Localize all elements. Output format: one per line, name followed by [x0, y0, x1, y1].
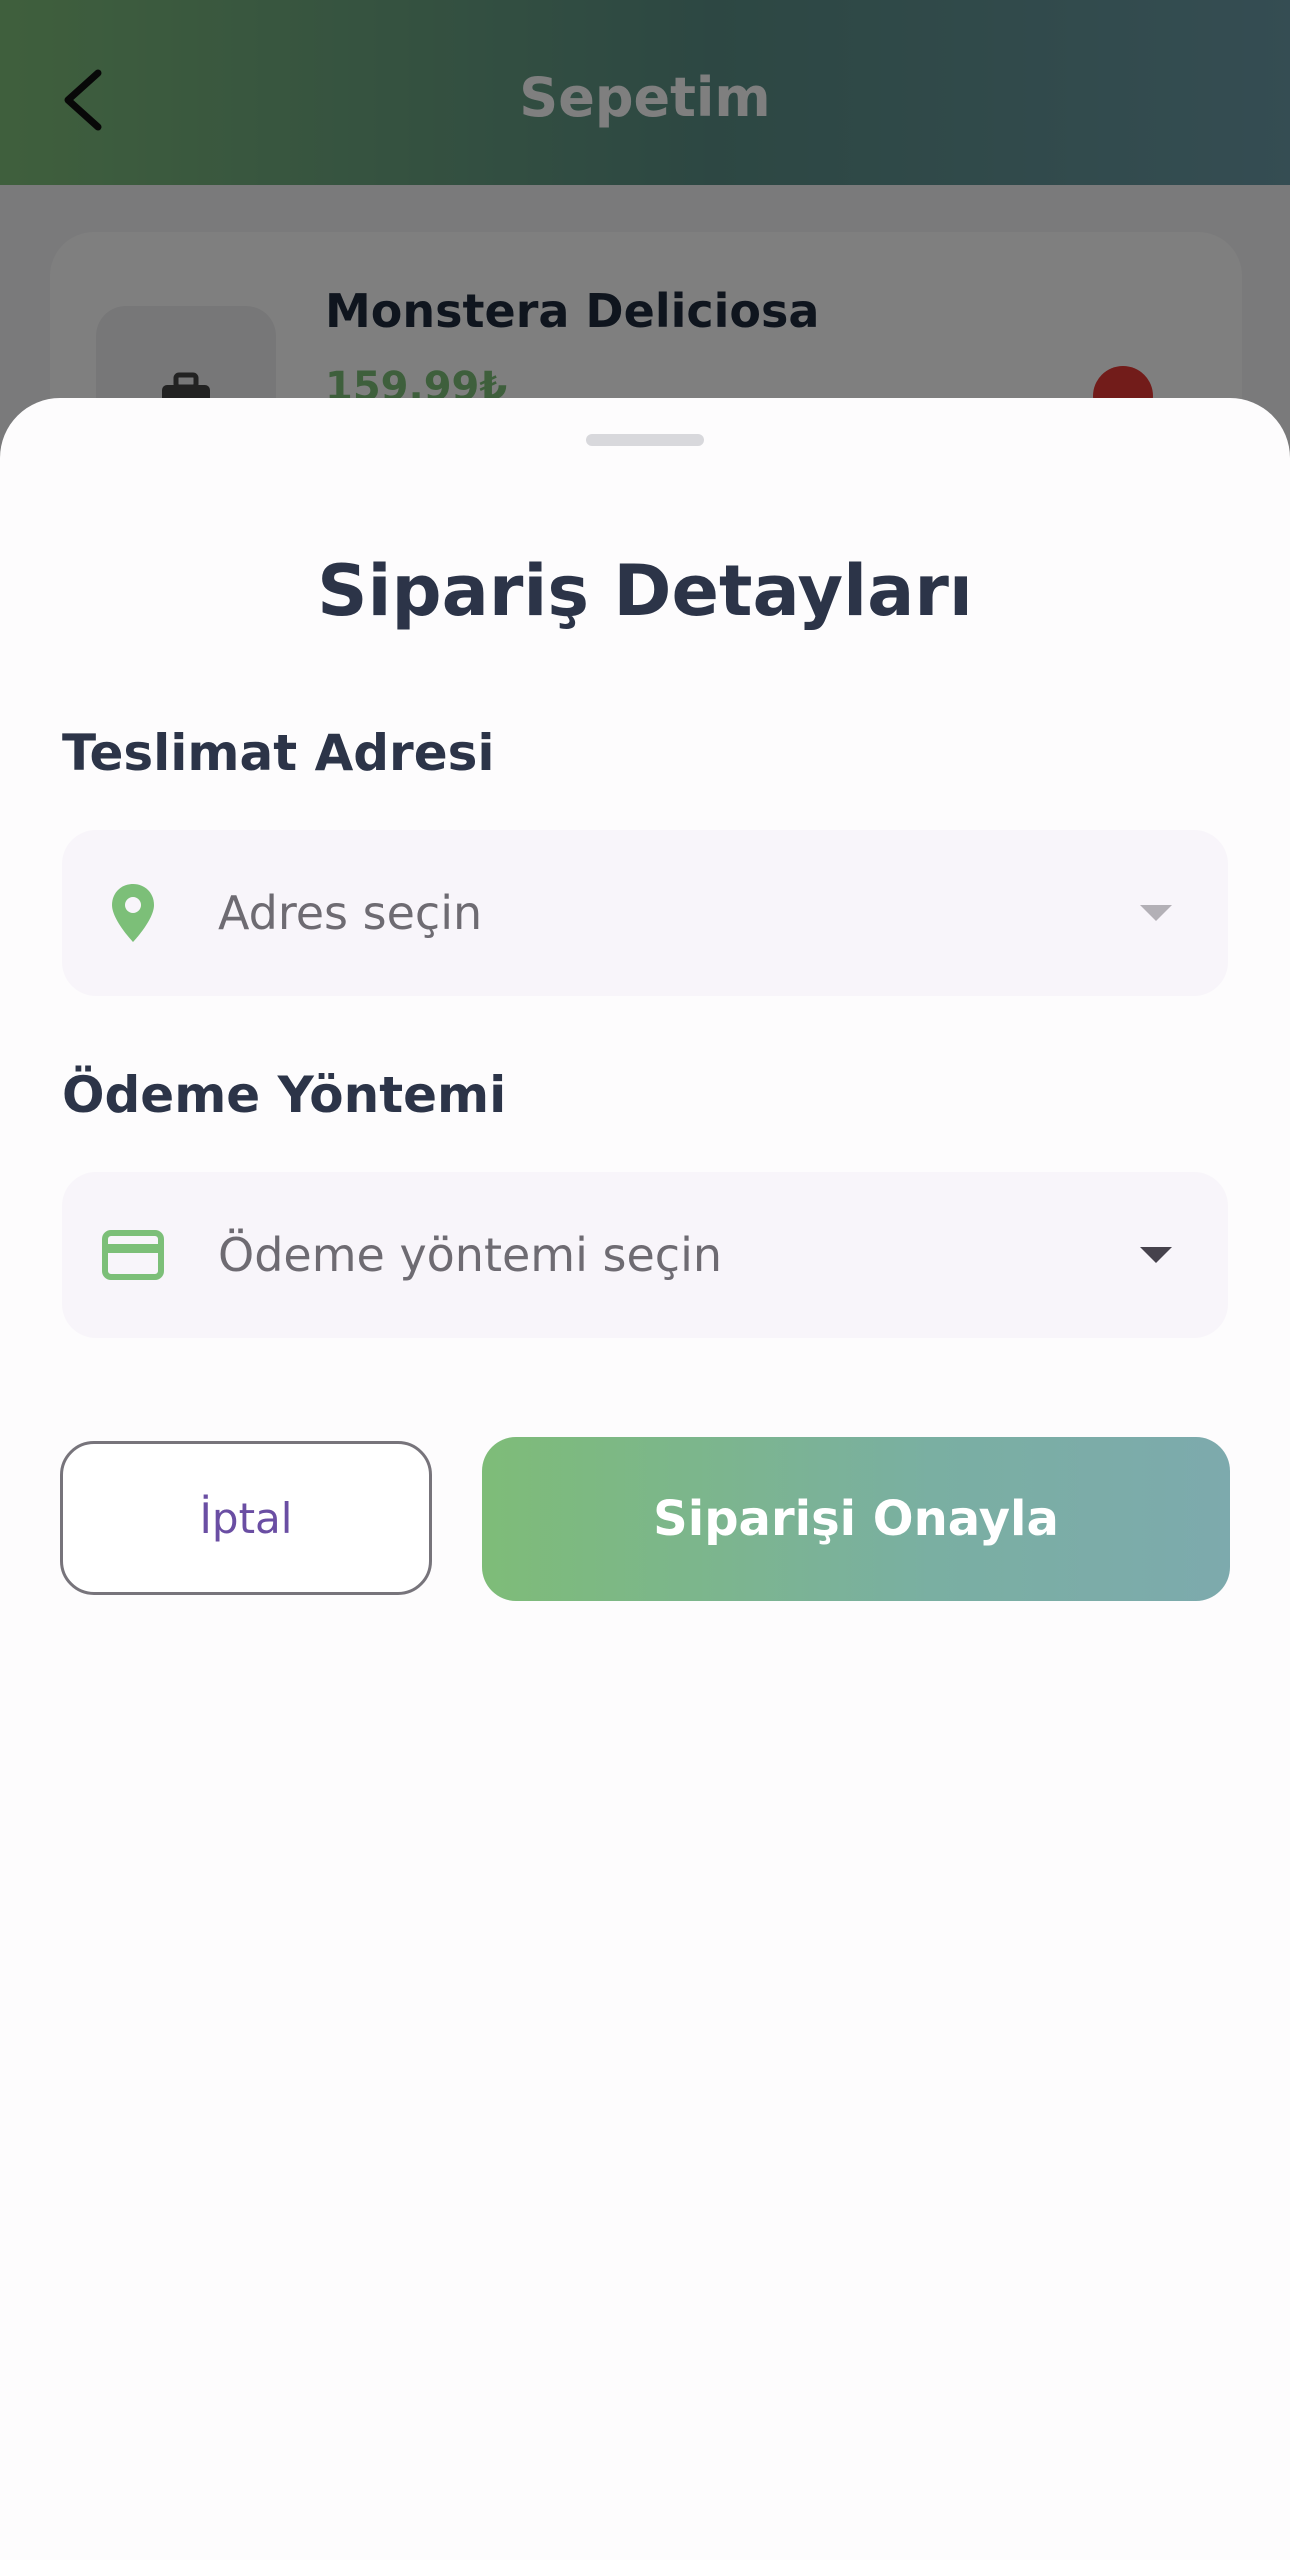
chevron-down-icon — [1140, 905, 1172, 921]
order-details-sheet: Sipariş Detayları Teslimat Adresi Adres … — [0, 398, 1290, 2560]
location-pin-icon — [100, 880, 166, 946]
payment-method-label: Ödeme Yöntemi — [62, 1066, 507, 1124]
drag-handle[interactable] — [586, 434, 704, 446]
chevron-down-icon — [1140, 1247, 1172, 1263]
credit-card-icon — [100, 1222, 166, 1288]
address-dropdown[interactable]: Adres seçin — [62, 830, 1228, 996]
confirm-order-button[interactable]: Siparişi Onayla — [482, 1437, 1230, 1601]
payment-placeholder: Ödeme yöntemi seçin — [218, 1228, 723, 1282]
cancel-button[interactable]: İptal — [60, 1441, 432, 1595]
sheet-title: Sipariş Detayları — [317, 550, 973, 632]
payment-dropdown[interactable]: Ödeme yöntemi seçin — [62, 1172, 1228, 1338]
address-placeholder: Adres seçin — [218, 886, 483, 940]
delivery-address-label: Teslimat Adresi — [62, 724, 495, 782]
